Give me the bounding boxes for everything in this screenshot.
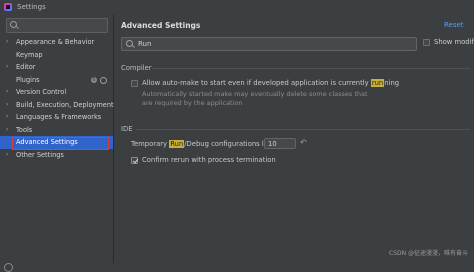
sidebar-item-keymap[interactable]: Keymap bbox=[0, 49, 113, 62]
app-icon bbox=[4, 3, 12, 11]
sidebar-item-advanced-settings[interactable]: Advanced Settings bbox=[0, 136, 113, 149]
chevron-right-icon[interactable]: › bbox=[6, 86, 8, 99]
search-match-highlight: Run bbox=[169, 140, 185, 148]
option-allow-auto-make[interactable]: Allow auto-make to start even if develop… bbox=[131, 79, 399, 87]
allow-auto-make-description-line2: are required by the application bbox=[142, 99, 243, 107]
sidebar-item-appearance-behavior[interactable]: › Appearance & Behavior bbox=[0, 36, 113, 49]
sidebar-item-tools[interactable]: › Tools bbox=[0, 124, 113, 137]
sidebar-item-label: Advanced Settings bbox=[16, 138, 78, 146]
sidebar-item-label: Languages & Frameworks bbox=[16, 113, 102, 121]
reset-link[interactable]: Reset bbox=[444, 21, 464, 29]
chevron-right-icon[interactable]: › bbox=[6, 61, 8, 74]
sidebar-search-input[interactable] bbox=[6, 18, 108, 33]
window-title: Settings bbox=[17, 3, 46, 11]
sidebar-item-label: Editor bbox=[16, 63, 36, 71]
search-icon bbox=[126, 40, 133, 47]
allow-auto-make-label: Allow auto-make to start even if develop… bbox=[142, 79, 399, 87]
confirm-rerun-label: Confirm rerun with process termination bbox=[142, 156, 276, 164]
run-debug-limit-input[interactable]: 10 bbox=[264, 138, 296, 149]
watermark: CSDN @征途漫漫，唯有奋斗 bbox=[388, 250, 468, 257]
title-bar: Settings bbox=[0, 0, 474, 14]
sidebar-item-label: Tools bbox=[16, 125, 33, 134]
label-part: Allow auto-make to start even if develop… bbox=[142, 79, 371, 87]
chevron-right-icon[interactable]: › bbox=[6, 124, 8, 137]
sidebar-item-editor[interactable]: › Editor bbox=[0, 61, 113, 74]
confirm-rerun-checkbox[interactable] bbox=[131, 156, 138, 164]
filter-value: Run bbox=[138, 40, 152, 48]
chevron-right-icon[interactable]: › bbox=[6, 149, 8, 162]
chevron-right-icon[interactable]: › bbox=[6, 99, 8, 112]
reset-value-icon[interactable]: ↶ bbox=[300, 138, 307, 147]
section-divider bbox=[136, 129, 470, 130]
sidebar-item-label: Keymap bbox=[16, 50, 43, 59]
plugins-update-badge: 6 bbox=[91, 76, 97, 83]
sidebar-item-label: Other Settings bbox=[16, 150, 64, 159]
chevron-right-icon[interactable]: › bbox=[6, 36, 8, 49]
settings-filter-input[interactable]: Run bbox=[121, 37, 417, 51]
search-icon bbox=[10, 21, 17, 28]
section-divider bbox=[152, 68, 470, 69]
show-modified-checkbox[interactable] bbox=[423, 38, 430, 46]
settings-content: Advanced Settings Reset Run Show modifi … bbox=[114, 14, 474, 263]
search-match-highlight: run bbox=[370, 79, 385, 87]
show-modified-toggle[interactable]: Show modifi bbox=[423, 38, 474, 46]
run-debug-limit-text: Temporary Run/Debug configurations limit… bbox=[131, 140, 279, 148]
sidebar-item-plugins[interactable]: Plugins 6 bbox=[0, 74, 113, 87]
show-modified-label: Show modifi bbox=[434, 38, 474, 46]
label-part: Temporary bbox=[131, 140, 170, 148]
gear-icon bbox=[100, 76, 107, 84]
sidebar-item-label: Appearance & Behavior bbox=[16, 38, 95, 46]
section-header-ide: IDE bbox=[121, 125, 133, 133]
sidebar-item-version-control[interactable]: › Version Control bbox=[0, 86, 113, 99]
page-title: Advanced Settings bbox=[121, 21, 201, 30]
allow-auto-make-description-line1: Automatically started make may eventuall… bbox=[142, 90, 368, 98]
sidebar-item-languages-frameworks[interactable]: › Languages & Frameworks bbox=[0, 111, 113, 124]
settings-tree: › Appearance & Behavior Keymap › Editor … bbox=[0, 36, 114, 162]
allow-auto-make-checkbox[interactable] bbox=[131, 79, 138, 87]
sidebar-item-other-settings[interactable]: › Other Settings bbox=[0, 149, 113, 162]
settings-sidebar: › Appearance & Behavior Keymap › Editor … bbox=[0, 14, 114, 272]
sidebar-item-label: Build, Execution, Deployment bbox=[16, 100, 114, 109]
option-confirm-rerun[interactable]: Confirm rerun with process termination bbox=[131, 156, 276, 164]
run-debug-limit-label: Temporary Run/Debug configurations limit… bbox=[131, 140, 279, 148]
chevron-right-icon[interactable]: › bbox=[6, 111, 8, 124]
section-header-compiler: Compiler bbox=[121, 64, 152, 72]
help-icon[interactable] bbox=[4, 263, 13, 272]
sidebar-item-build-execution-deployment[interactable]: › Build, Execution, Deployment bbox=[0, 99, 114, 112]
sidebar-item-label: Plugins bbox=[16, 75, 40, 84]
sidebar-item-label: Version Control bbox=[16, 88, 67, 96]
label-part: ning bbox=[384, 79, 400, 87]
